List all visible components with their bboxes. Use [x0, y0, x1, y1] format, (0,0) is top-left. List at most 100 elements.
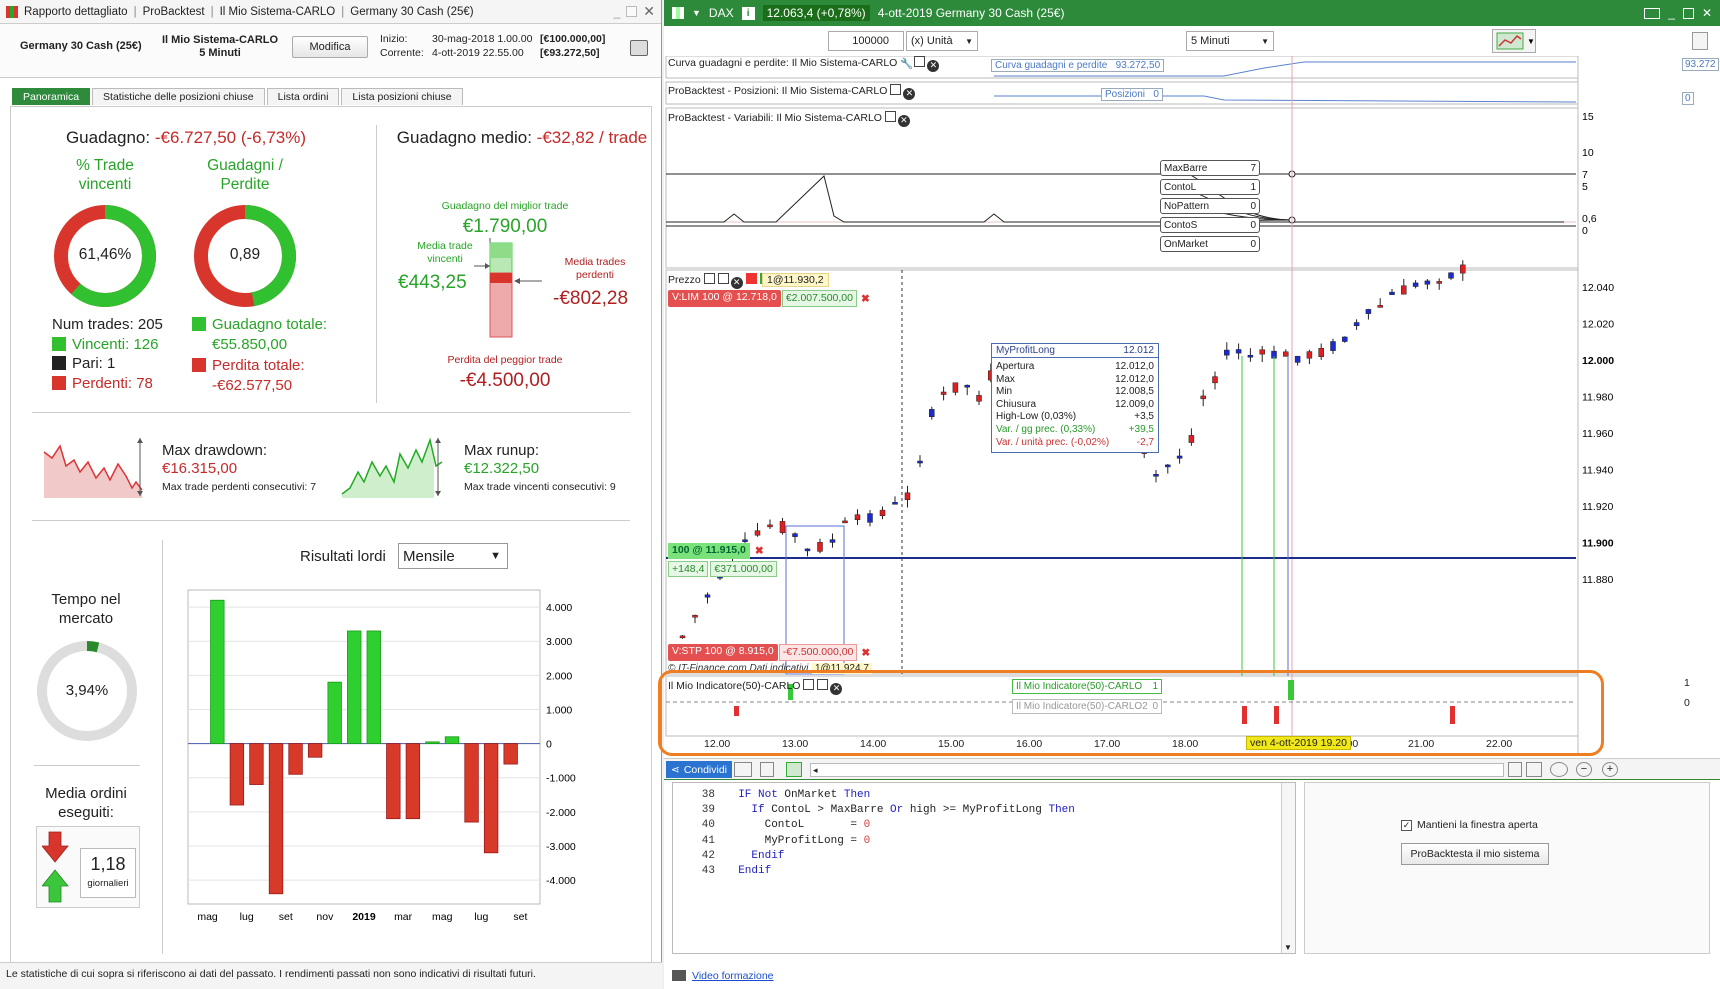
- candle: [976, 395, 982, 402]
- zoom-out-icon[interactable]: −: [1576, 762, 1592, 777]
- timeframe-select[interactable]: 5 Minuti ▼: [1186, 31, 1274, 51]
- close-icon[interactable]: ✕: [1702, 6, 1712, 20]
- window-icon[interactable]: [914, 56, 926, 67]
- timeframe-value: 5 Minuti: [1191, 35, 1230, 47]
- code-text: MyProfitLong = 0: [725, 834, 871, 847]
- chart-symbol[interactable]: DAX: [709, 6, 734, 20]
- keep-open-checkbox[interactable]: ✓: [1401, 819, 1412, 831]
- tooltip-row: High-Low (0,03%) +3,5: [996, 411, 1154, 424]
- close-icon[interactable]: ✖: [861, 293, 870, 305]
- qty-unit-select[interactable]: (x) Unità ▼: [906, 31, 978, 51]
- info-icon[interactable]: i: [741, 6, 755, 20]
- zoom-in-icon[interactable]: +: [1602, 762, 1618, 777]
- max-loss-consec: 7: [310, 481, 317, 493]
- close-icon[interactable]: ✖: [861, 647, 870, 659]
- close-icon[interactable]: ✕: [730, 276, 743, 289]
- start-capital: [€100.000,00]: [540, 33, 606, 45]
- maximize-icon[interactable]: [626, 6, 638, 17]
- close-icon[interactable]: ✖: [755, 545, 764, 557]
- chart-type-button[interactable]: ▼: [1492, 29, 1536, 53]
- results-select[interactable]: Mensile ▼: [398, 543, 508, 569]
- time-tick: 18.00: [1172, 738, 1199, 750]
- indicators-icon[interactable]: [734, 762, 752, 777]
- title-item: Rapporto dettagliato: [24, 5, 128, 18]
- position-badge[interactable]: 100 @ 11.915,0: [668, 543, 750, 559]
- close-icon[interactable]: ✕: [897, 114, 910, 127]
- avg-trade-bars: [474, 238, 542, 338]
- candle: [1200, 395, 1206, 400]
- window-icon[interactable]: [884, 111, 896, 122]
- avg-loss-label-2: perdenti: [576, 269, 614, 281]
- title-item: Il Mio Sistema-CARLO: [219, 5, 336, 18]
- list-icon[interactable]: [760, 762, 774, 777]
- variable-box: OnMarket 0: [1160, 236, 1260, 252]
- expand-icon[interactable]: [1526, 762, 1542, 777]
- position-pl: +148,4: [668, 561, 709, 577]
- positions-tag-value: 0: [1153, 89, 1159, 100]
- chevron-down-icon[interactable]: ▼: [692, 8, 701, 18]
- variable-value: 0: [1250, 238, 1256, 250]
- keyboard-icon[interactable]: [1644, 7, 1661, 19]
- close-icon[interactable]: ✕: [903, 87, 916, 100]
- time-scrollbar[interactable]: ◂: [810, 763, 1504, 777]
- results-select-value: Mensile: [403, 547, 455, 565]
- close-icon[interactable]: ✕: [927, 59, 940, 72]
- share-button[interactable]: ⋖ Condividi: [666, 761, 733, 778]
- video-link[interactable]: Video formazione: [692, 970, 774, 982]
- qty-input[interactable]: 100000: [828, 31, 904, 51]
- system-name: Il Mio Sistema-CARLO: [161, 34, 279, 46]
- variable-box: NoPattern 0: [1160, 198, 1260, 214]
- scroll-right-icon[interactable]: [1508, 762, 1522, 777]
- add-indicator-icon[interactable]: [745, 273, 757, 284]
- tooltip-key: Chiusura: [996, 398, 1037, 410]
- candle: [964, 384, 970, 388]
- tab-overview[interactable]: Panoramica: [12, 88, 91, 105]
- candle: [1353, 322, 1360, 327]
- print-icon[interactable]: [630, 40, 648, 56]
- variable-box: ContoS 0: [1160, 217, 1260, 233]
- modify-button[interactable]: Modifica: [292, 36, 368, 58]
- x-tick-label: lug: [240, 911, 254, 923]
- wrench-icon[interactable]: 🔧: [900, 57, 913, 70]
- settings-icon[interactable]: [1692, 32, 1708, 50]
- tab-closed-positions[interactable]: Lista posizioni chiuse: [341, 88, 463, 105]
- candle: [1424, 280, 1431, 285]
- close-icon[interactable]: ✕: [643, 3, 655, 20]
- maximize-icon[interactable]: [1682, 7, 1694, 19]
- max-win-consec: 9: [609, 481, 616, 493]
- svg-text:▼: ▼: [1527, 37, 1535, 46]
- order-lim-badge[interactable]: V:LIM 100 @ 12.718,0: [668, 290, 781, 307]
- scroll-left-icon[interactable]: ◂: [811, 765, 818, 775]
- tab-order-list[interactable]: Lista ordini: [266, 88, 340, 105]
- code-editor[interactable]: 38 IF Not OnMarket Then 39 If ContoL > Ma…: [672, 782, 1296, 954]
- window-icon[interactable]: [890, 84, 902, 95]
- candle: [1283, 351, 1289, 357]
- tooltip-key: Var. / gg prec. (0,33%): [996, 423, 1096, 435]
- tooltip-row: Apertura 12.012,0: [996, 361, 1154, 374]
- scroll-down-icon[interactable]: ▼: [1284, 943, 1292, 952]
- table-icon[interactable]: [786, 762, 802, 777]
- instrument-name: Germany 30 Cash (25€): [20, 40, 142, 52]
- time-axis: 12.0013.0014.0015.0016.0017.0018.0020.00…: [664, 737, 1674, 753]
- variable-name: ContoS: [1164, 219, 1198, 231]
- wrench-icon[interactable]: [703, 273, 715, 284]
- total-gain: €55.850,00: [212, 335, 288, 353]
- candle: [1330, 341, 1336, 351]
- minimize-icon[interactable]: _: [1668, 6, 1675, 20]
- code-scrollbar[interactable]: ▼: [1281, 783, 1295, 953]
- window-icon[interactable]: [717, 273, 729, 284]
- share-label: Condividi: [683, 763, 728, 776]
- var-axis-tick: 0: [1582, 225, 1588, 237]
- gp-label-2: Perdite: [220, 176, 270, 193]
- candle: [892, 502, 898, 505]
- zoom-fit-icon[interactable]: [1550, 762, 1568, 777]
- bar-5: [288, 743, 303, 775]
- max-win-consec-label: Max trade vincenti consecutivi:: [464, 481, 607, 493]
- total-loss: -€62.577,50: [212, 376, 293, 394]
- minimize-icon[interactable]: _: [614, 5, 621, 19]
- backtest-button[interactable]: ProBacktesta il mio sistema: [1401, 843, 1549, 865]
- price-tick: 12.020: [1582, 319, 1614, 331]
- order-stp-badge[interactable]: V:STP 100 @ 8.915,0: [668, 644, 778, 661]
- tab-closed-stats[interactable]: Statistiche delle posizioni chiuse: [92, 88, 265, 105]
- candle: [1247, 354, 1254, 358]
